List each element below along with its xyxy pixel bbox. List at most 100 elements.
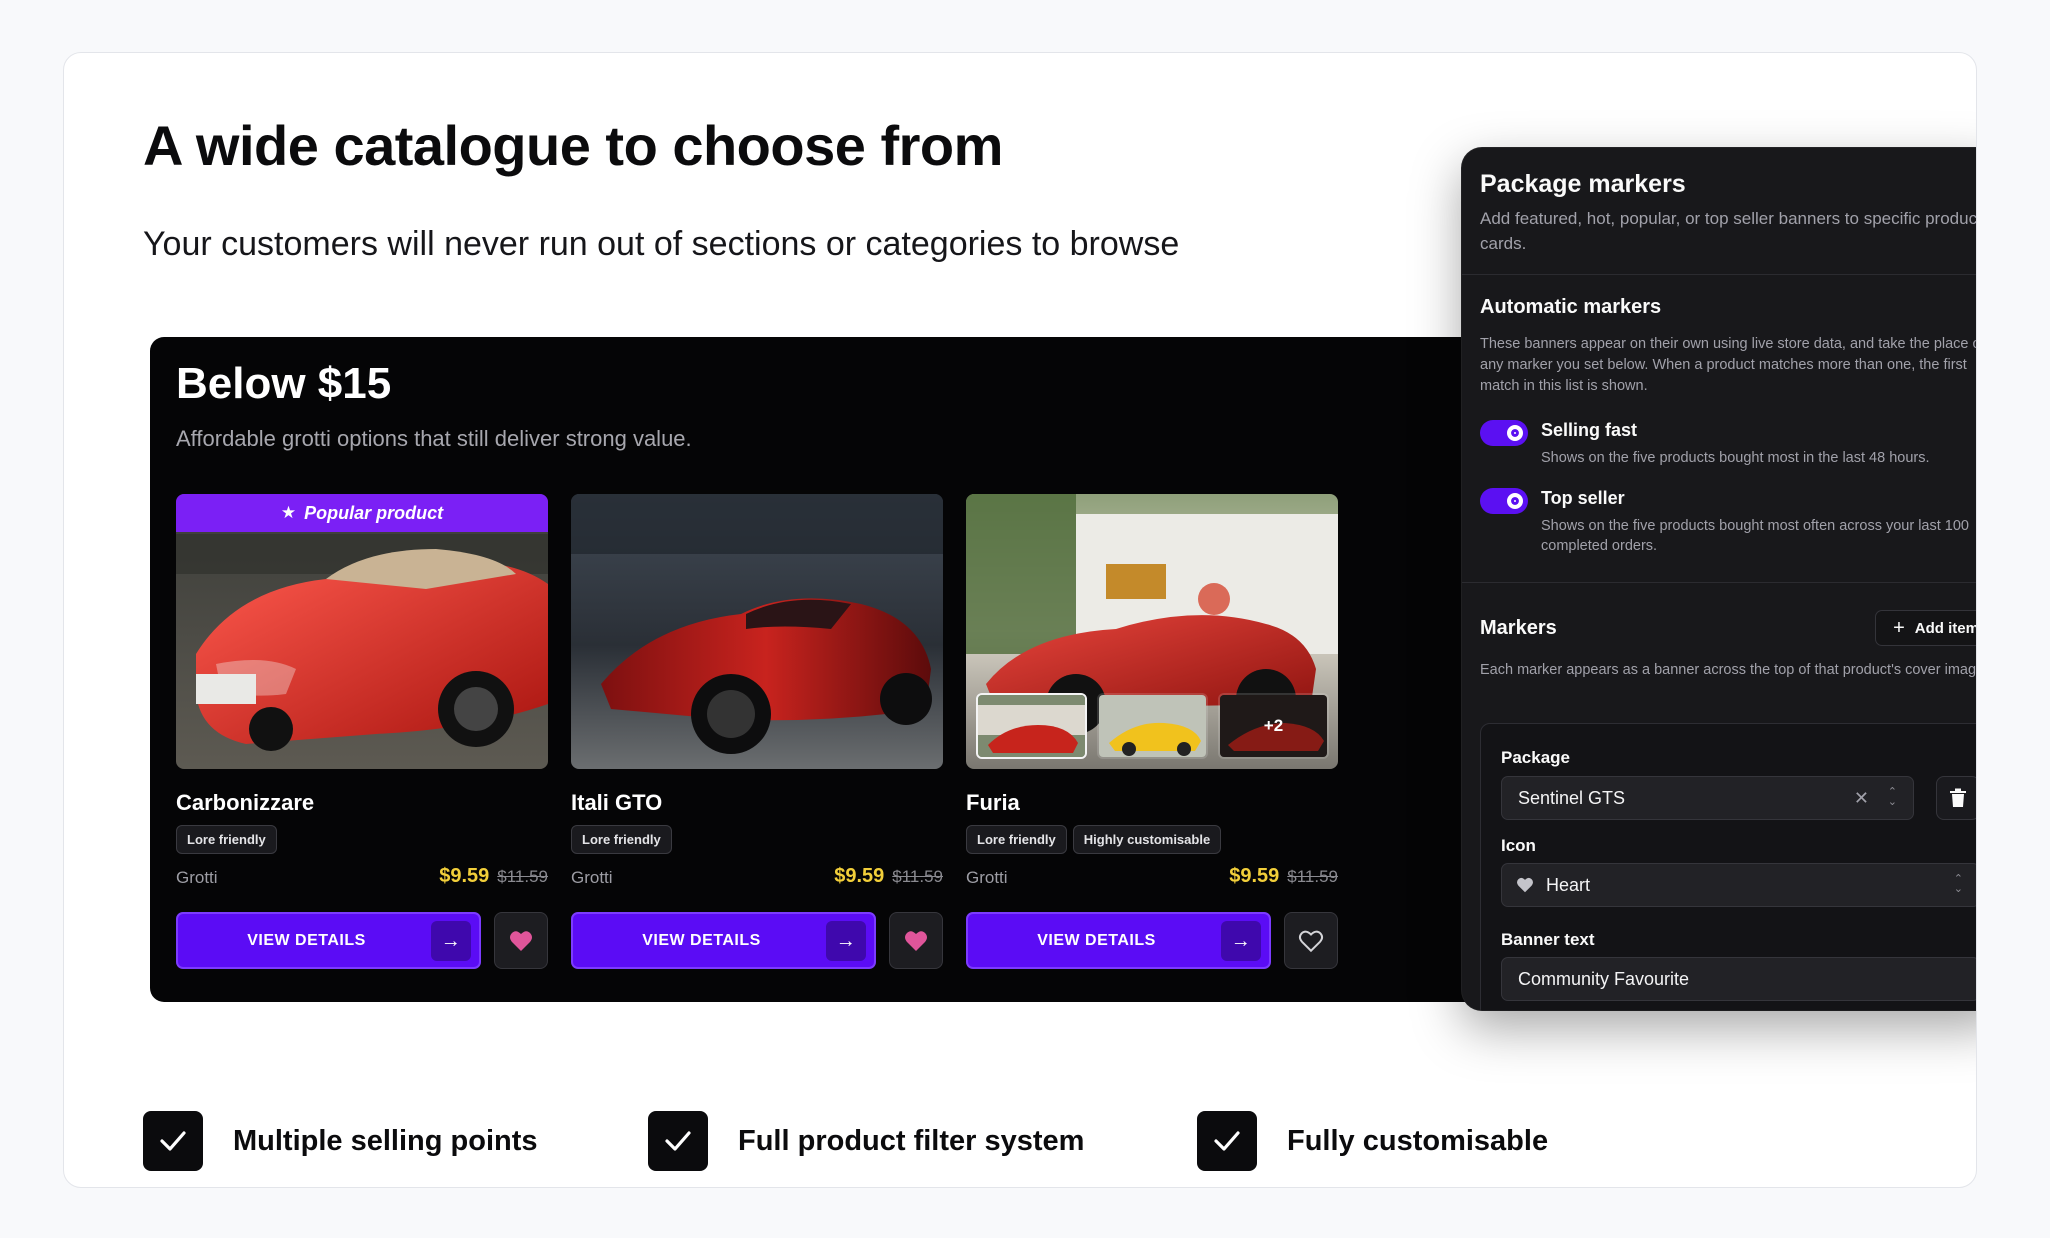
current-price: $9.59 (1229, 865, 1280, 887)
feature-label: Full product filter system (738, 1124, 1085, 1157)
banner-text-label: Banner text (1501, 930, 1595, 949)
checkmark-icon (1197, 1111, 1257, 1171)
product-card[interactable]: ★ Popular product Carbonizzare Lore frie… (176, 494, 548, 969)
product-card[interactable]: Itali GTO Lore friendly Grotti $9.59 $11… (571, 494, 943, 969)
product-tag: Lore friendly (176, 825, 277, 854)
package-label: Package (1501, 748, 1570, 767)
thumbnail-more[interactable]: +2 (1218, 693, 1329, 759)
toggle-knob (1507, 493, 1523, 509)
chevron-updown-icon: ⌃ ⌄ (1953, 873, 1963, 895)
more-images-count: +2 (1220, 695, 1327, 757)
toggle-knob (1507, 425, 1523, 441)
toggle-description: Shows on the five products bought most i… (1541, 450, 1930, 466)
product-name[interactable]: Itali GTO (571, 790, 662, 816)
heart-filled-icon (905, 930, 927, 951)
product-name[interactable]: Carbonizzare (176, 790, 314, 816)
favourite-button[interactable] (889, 912, 943, 969)
star-icon: ★ (280, 503, 297, 522)
icon-select[interactable]: Heart ⌃ ⌄ (1501, 863, 1976, 907)
toggle-description: Shows on the five products bought most o… (1541, 518, 1969, 554)
automatic-markers-description: These banners appear on their own using … (1480, 336, 1977, 394)
icon-value: Heart (1546, 874, 1591, 895)
product-tag: Highly customisable (1072, 825, 1222, 854)
feature-label: Fully customisable (1287, 1124, 1549, 1157)
thumbnail-image[interactable] (1097, 693, 1208, 759)
view-details-button[interactable]: VIEW DETAILS → (966, 912, 1271, 969)
current-price: $9.59 (834, 865, 885, 887)
feature-label: Multiple selling points (233, 1124, 538, 1157)
checkmark-icon (648, 1111, 708, 1171)
banner-text-input[interactable]: Community Favourite (1501, 957, 1976, 1001)
product-tags: Lore friendly (571, 825, 672, 854)
original-price: $11.59 (497, 867, 548, 886)
product-tag: Lore friendly (966, 825, 1067, 854)
favourite-button[interactable] (494, 912, 548, 969)
selling-fast-toggle[interactable] (1480, 420, 1528, 446)
feature-item: Full product filter system (648, 1111, 1084, 1171)
view-details-button[interactable]: VIEW DETAILS → (176, 912, 481, 969)
product-brand: Grotti (571, 868, 613, 887)
product-price: $9.59 $11.59 (439, 865, 548, 888)
chevron-updown-icon: ⌃ ⌄ (1887, 786, 1897, 808)
product-brand: Grotti (966, 868, 1008, 887)
heart-outline-icon (1298, 930, 1324, 952)
divider (1462, 274, 1976, 275)
product-card[interactable]: +2 Furia Lore friendly Highly customisab… (966, 494, 1338, 969)
banner-text: Popular product (304, 502, 444, 523)
automatic-markers-heading: Automatic markers (1480, 296, 1662, 318)
product-tags: Lore friendly (176, 825, 277, 854)
toggle-label: Top seller (1541, 488, 1625, 508)
banner-text-value: Community Favourite (1518, 968, 1690, 989)
markers-heading: Markers (1480, 617, 1557, 639)
product-cover-image (571, 494, 943, 769)
divider (1462, 582, 1976, 583)
panel-description: Add featured, hot, popular, or top selle… (1480, 209, 1977, 253)
section-subheadline: Your customers will never run out of sec… (143, 225, 1180, 263)
feature-section: A wide catalogue to choose from Your cus… (63, 52, 1977, 1188)
section-headline: A wide catalogue to choose from (143, 114, 1003, 177)
heart-icon (1517, 877, 1533, 893)
product-brand: Grotti (176, 868, 218, 887)
product-price: $9.59 $11.59 (834, 865, 943, 888)
checkmark-icon (143, 1111, 203, 1171)
thumbnail-image[interactable] (976, 693, 1087, 759)
toggle-label: Selling fast (1541, 420, 1638, 440)
marker-item: Package Sentinel GTS ✕ ⌃ ⌄ Icon Heart ⌃ ⌄ … (1480, 723, 1976, 1010)
product-marker-banner: ★ Popular product (176, 494, 548, 532)
favourite-button[interactable] (1284, 912, 1338, 969)
original-price: $11.59 (1287, 867, 1338, 886)
product-cover-image: +2 (966, 494, 1338, 769)
delete-marker-button[interactable] (1936, 776, 1976, 820)
product-tag: Lore friendly (571, 825, 672, 854)
feature-item: Fully customisable (1197, 1111, 1548, 1171)
top-seller-toggle[interactable] (1480, 488, 1528, 514)
arrow-right-icon: → (1221, 921, 1261, 961)
view-details-button[interactable]: VIEW DETAILS → (571, 912, 876, 969)
arrow-right-icon: → (431, 921, 471, 961)
view-details-label: VIEW DETAILS (642, 931, 761, 949)
feature-item: Multiple selling points (143, 1111, 538, 1171)
arrow-right-icon: → (826, 921, 866, 961)
product-cover-image: ★ Popular product (176, 494, 548, 769)
product-tags: Lore friendly Highly customisable (966, 825, 1222, 854)
package-value: Sentinel GTS (1518, 787, 1626, 808)
package-select[interactable]: Sentinel GTS ✕ ⌃ ⌄ (1501, 776, 1914, 820)
category-description: Affordable grotti options that still del… (176, 426, 692, 451)
heart-filled-icon (510, 930, 532, 951)
trash-icon (1950, 788, 1966, 807)
add-item-button[interactable]: + Add item (1875, 610, 1976, 646)
current-price: $9.59 (439, 865, 490, 887)
markers-description: Each marker appears as a banner across t… (1480, 662, 1977, 678)
clear-icon[interactable]: ✕ (1854, 788, 1869, 809)
package-markers-panel: Package markers Add featured, hot, popul… (1462, 148, 1977, 1010)
product-name[interactable]: Furia (966, 790, 1020, 816)
image-thumbnails: +2 (976, 693, 1329, 759)
view-details-label: VIEW DETAILS (247, 931, 366, 949)
panel-title: Package markers (1480, 170, 1686, 198)
view-details-label: VIEW DETAILS (1037, 931, 1156, 949)
product-price: $9.59 $11.59 (1229, 865, 1338, 888)
category-title: Below $15 (176, 359, 392, 408)
plus-icon: + (1893, 617, 1905, 639)
original-price: $11.59 (892, 867, 943, 886)
icon-label: Icon (1501, 836, 1536, 855)
